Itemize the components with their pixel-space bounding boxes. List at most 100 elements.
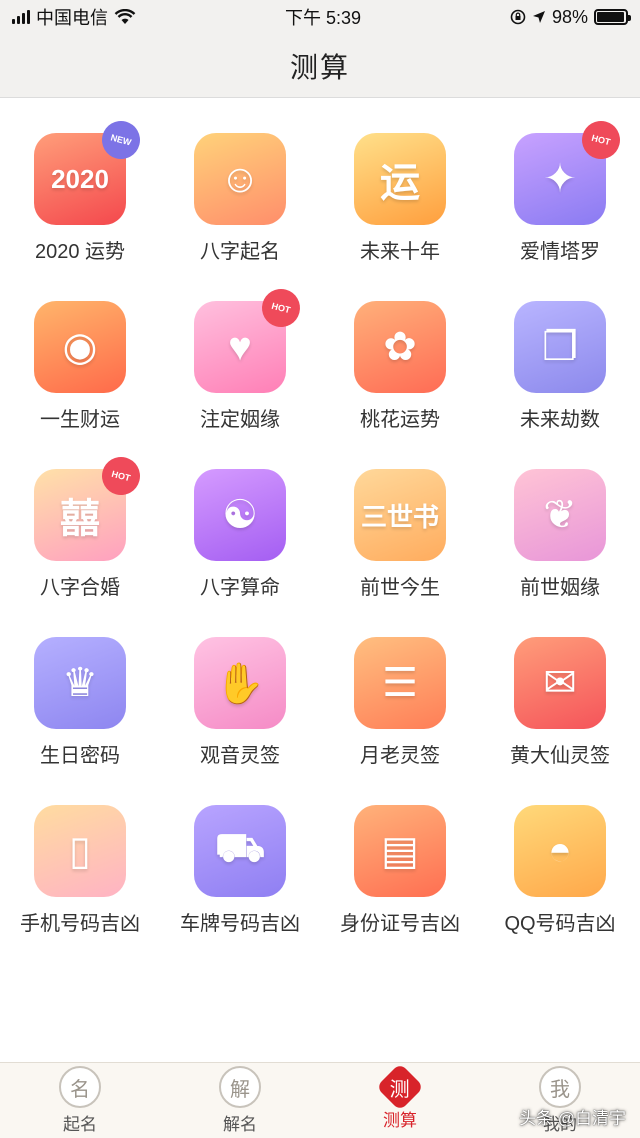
icon-glyph: ▯ xyxy=(68,829,91,873)
grid-item-label: 观音灵签 xyxy=(200,745,280,767)
nav-bar: 测算 xyxy=(0,34,640,98)
grid-item-icon-wrap: ✦ HOT xyxy=(514,116,625,225)
car-icon: ⛟ xyxy=(194,805,286,897)
grid-item-icon-wrap: ⛟ xyxy=(194,805,286,897)
lock-rotation-icon xyxy=(510,9,526,25)
icon-glyph: 三世书 xyxy=(360,501,439,532)
grid-item-label: 桃花运势 xyxy=(360,409,440,431)
grid-item-label: 八字算命 xyxy=(200,577,280,599)
grid-item[interactable]: ☯ 八字算命 xyxy=(160,469,320,637)
baby-icon: ☺ xyxy=(194,133,286,225)
location-icon xyxy=(532,11,545,23)
gold-ingot-icon: ◉ xyxy=(34,301,126,393)
status-right: 98% xyxy=(510,6,631,28)
icon-glyph: 囍 xyxy=(60,497,100,541)
icon-glyph: ❐ xyxy=(542,325,578,369)
grid-item[interactable]: ⛟ 车牌号码吉凶 xyxy=(160,805,320,973)
icon-glyph: ☰ xyxy=(382,661,418,705)
battery-percent: 98% xyxy=(551,6,588,27)
grid-item[interactable]: ✿ 桃花运势 xyxy=(320,301,480,469)
grid-item-icon-wrap: ✿ xyxy=(354,301,446,393)
grid-item[interactable]: ♥ HOT 注定姻缘 xyxy=(160,284,320,469)
carrier-name: 中国电信 xyxy=(36,8,108,28)
wifi-icon xyxy=(114,9,136,24)
grid-item-icon-wrap: ▤ xyxy=(354,805,446,897)
tab-icon-glyph: 名 xyxy=(70,1076,90,1101)
icon-glyph: ☺ xyxy=(219,156,261,201)
grid-item-icon-wrap: 运 xyxy=(354,133,446,225)
grid-item-label: QQ号码吉凶 xyxy=(504,913,616,935)
me-seal-icon: 我 xyxy=(539,1066,581,1108)
grid-item[interactable]: 2020 NEW 2020 运势 xyxy=(0,116,160,301)
yun-character-icon: 运 xyxy=(354,133,446,225)
grid-item[interactable]: ❦ 前世姻缘 xyxy=(480,469,640,637)
grid-item-label: 八字起名 xyxy=(200,241,280,263)
grid-item[interactable]: ☺ 八字起名 xyxy=(160,133,320,301)
decode-seal-icon: 解 xyxy=(219,1066,261,1108)
icon-glyph: ◓ xyxy=(547,828,573,873)
grid-item-label: 身份证号吉凶 xyxy=(340,913,460,935)
grid-item-icon-wrap: ♛ xyxy=(34,637,126,729)
grid-item-icon-wrap: ☰ xyxy=(354,637,446,729)
page-title: 测算 xyxy=(289,51,350,83)
grid-item[interactable]: 囍 HOT 八字合婚 xyxy=(0,452,160,637)
grid-item-label: 注定姻缘 xyxy=(200,409,280,431)
name-seal-icon: 名 xyxy=(59,1066,101,1108)
grid-item[interactable]: 运未来十年 xyxy=(320,133,480,301)
grid-item[interactable]: ☰ 月老灵签 xyxy=(320,637,480,805)
grid-item-icon-wrap: ❦ xyxy=(514,469,606,561)
icon-glyph: ❦ xyxy=(543,493,577,537)
tab-name[interactable]: 名起名 xyxy=(0,1063,160,1138)
crown-icon: ♛ xyxy=(34,637,126,729)
icon-glyph: ☯ xyxy=(222,493,258,537)
status-bar: 中国电信 下午 5:39 98% xyxy=(0,0,640,34)
grid-item[interactable]: ◉ 一生财运 xyxy=(0,301,160,469)
tab-decode[interactable]: 解解名 xyxy=(160,1063,320,1138)
grid-item-label: 月老灵签 xyxy=(360,745,440,767)
tab-measure[interactable]: 测测算 xyxy=(320,1062,480,1138)
grid-item-label: 八字合婚 xyxy=(40,577,120,599)
grid-item[interactable]: ♛ 生日密码 xyxy=(0,637,160,805)
grid-item-icon-wrap: ♥ HOT xyxy=(194,284,305,393)
mobile-phone-icon: ▯ xyxy=(34,805,126,897)
grid-item-label: 车牌号码吉凶 xyxy=(180,913,300,935)
grid-item-label: 手机号码吉凶 xyxy=(20,913,140,935)
icon-glyph: 运 xyxy=(380,161,420,205)
grid-item[interactable]: ❐ 未来劫数 xyxy=(480,301,640,469)
icon-glyph: ✦ xyxy=(543,157,577,201)
grid-item[interactable]: ▤ 身份证号吉凶 xyxy=(320,805,480,973)
grid-item-icon-wrap: ◉ xyxy=(34,301,126,393)
grid-item-icon-wrap: ▯ xyxy=(34,805,126,897)
grid-item-icon-wrap: ☺ xyxy=(194,133,286,225)
grid-item-label: 爱情塔罗 xyxy=(520,241,600,263)
couple-silhouette-icon: ❦ xyxy=(514,469,606,561)
grid-item-label: 前世姻缘 xyxy=(520,577,600,599)
tab-label: 起名 xyxy=(63,1115,97,1134)
battery-icon xyxy=(593,9,631,25)
grid-item[interactable]: ✦ HOT 爱情塔罗 xyxy=(480,116,640,301)
grid-item-icon-wrap: ✋ xyxy=(194,637,286,729)
grid-item-label: 黄大仙灵签 xyxy=(510,745,610,767)
grid-item[interactable]: ✋ 观音灵签 xyxy=(160,637,320,805)
grid-item-icon-wrap: ◓ xyxy=(514,805,606,897)
grid-item-label: 生日密码 xyxy=(40,745,120,767)
fortune-sticks-icon: ☰ xyxy=(354,637,446,729)
grid-item-icon-wrap: 三世书 xyxy=(354,469,446,561)
grid-item-icon-wrap: ☯ xyxy=(194,469,286,561)
grid-item[interactable]: ◓ QQ号码吉凶 xyxy=(480,805,640,973)
grid-item-label: 未来劫数 xyxy=(520,409,600,431)
grid-item-label: 2020 运势 xyxy=(34,241,126,263)
id-card-icon: ▤ xyxy=(354,805,446,897)
icon-glyph: 2020 xyxy=(51,163,109,194)
status-left: 中国电信 xyxy=(12,4,136,30)
grid-item-icon-wrap: 囍 HOT xyxy=(34,452,145,561)
grid-item[interactable]: 三世书 前世今生 xyxy=(320,469,480,637)
battery-level xyxy=(596,12,625,22)
icon-glyph: ▤ xyxy=(381,829,419,873)
scroll-icon: 三世书 xyxy=(354,469,446,561)
charm-tablet-icon: ✉ xyxy=(514,637,606,729)
grid-item[interactable]: ✉ 黄大仙灵签 xyxy=(480,637,640,805)
open-book-icon: ❐ xyxy=(514,301,606,393)
grid-item[interactable]: ▯ 手机号码吉凶 xyxy=(0,805,160,973)
signal-icon xyxy=(12,10,30,24)
